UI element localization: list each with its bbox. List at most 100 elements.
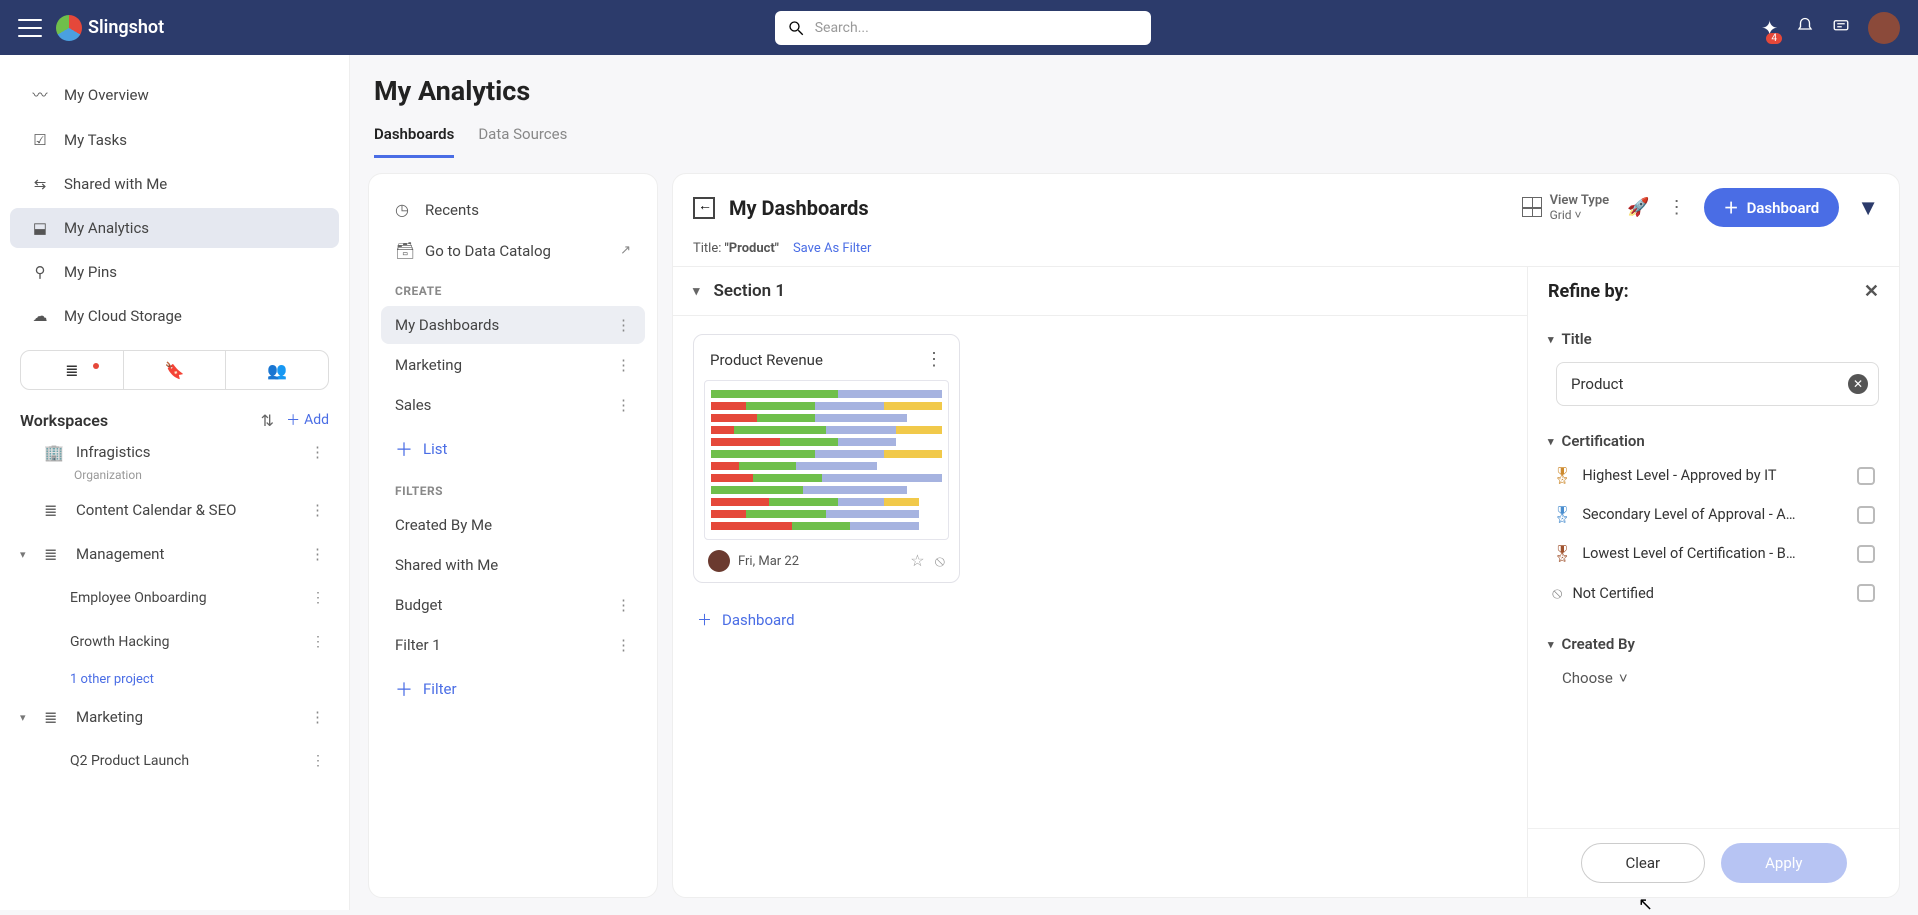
ws-marketing[interactable]: ▾≣Marketing⋮ xyxy=(0,695,349,739)
workspaces-header: Workspaces ⇅ ＋Add xyxy=(0,410,349,430)
checkbox[interactable] xyxy=(1857,584,1875,602)
ws-more-icon[interactable]: ⋮ xyxy=(307,586,329,610)
lp-my-dashboards[interactable]: My Dashboards⋮ xyxy=(381,306,645,344)
more-icon[interactable]: ⋮ xyxy=(616,316,631,334)
plus-icon: ＋ xyxy=(286,410,300,430)
ws-child-growth-hacking[interactable]: Growth Hacking ⋮ xyxy=(0,620,349,664)
lp-sales[interactable]: Sales⋮ xyxy=(381,386,645,424)
add-label: Add xyxy=(304,412,329,428)
ws-child-label: Growth Hacking xyxy=(70,634,169,650)
search-input[interactable] xyxy=(815,20,1139,36)
section-1-header[interactable]: ▾Section 1 xyxy=(673,267,1527,316)
nav-shared-with-me[interactable]: ⇆Shared with Me xyxy=(10,164,339,204)
search-icon xyxy=(787,19,805,37)
dashboard-card-product-revenue[interactable]: Product Revenue ⋮ xyxy=(693,334,960,583)
nav-my-pins[interactable]: ⚲My Pins xyxy=(10,252,339,292)
rg-title-header[interactable]: ▾Title xyxy=(1548,324,1879,354)
more-icon[interactable]: ⋮ xyxy=(616,596,631,614)
cert-off-icon[interactable]: ⦸ xyxy=(935,551,945,571)
sort-icon[interactable]: ⇅ xyxy=(261,411,274,430)
rg-cert-header[interactable]: ▾Certification xyxy=(1548,426,1879,456)
bell-icon[interactable] xyxy=(1796,16,1814,40)
lp-filter-budget[interactable]: Budget⋮ xyxy=(381,586,645,624)
cert-option-none[interactable]: ⦸Not Certified xyxy=(1548,573,1879,613)
add-workspace-button[interactable]: ＋Add xyxy=(286,410,329,430)
ws-content-calendar[interactable]: ≣Content Calendar & SEO⋮ xyxy=(0,488,349,532)
lp-add-list[interactable]: ＋List xyxy=(375,426,651,472)
nav-my-overview[interactable]: 〰My Overview xyxy=(10,73,339,116)
checkbox[interactable] xyxy=(1857,506,1875,524)
brand-logo[interactable]: Slingshot xyxy=(56,15,164,41)
ws-child-employee-onboarding[interactable]: Employee Onboarding⋮ xyxy=(0,576,349,620)
new-dashboard-button[interactable]: ＋Dashboard xyxy=(1704,188,1840,227)
view-type-toggle[interactable]: View Type Grid ˅ xyxy=(1522,193,1610,223)
toggle-bookmarks-icon[interactable]: 🔖 xyxy=(124,351,227,389)
lp-marketing[interactable]: Marketing⋮ xyxy=(381,346,645,384)
more-icon[interactable]: ⋮ xyxy=(616,356,631,374)
ws-more-icon[interactable]: ⋮ xyxy=(307,749,329,773)
add-dashboard-link[interactable]: ＋Dashboard xyxy=(673,601,1527,638)
card-more-icon[interactable]: ⋮ xyxy=(925,349,943,370)
chevron-down-icon[interactable]: ▾ xyxy=(20,548,34,561)
cert-option-lowest[interactable]: 🎖Lowest Level of Certification - B… xyxy=(1548,534,1879,573)
lp-filter-shared-with-me[interactable]: Shared with Me xyxy=(381,546,645,584)
hamburger-icon[interactable] xyxy=(18,19,42,37)
search-box[interactable] xyxy=(775,11,1151,45)
cert-option-secondary[interactable]: 🎖Secondary Level of Approval - A… xyxy=(1548,495,1879,534)
ws-more-icon[interactable]: ⋮ xyxy=(306,439,329,465)
filter-funnel-icon[interactable]: ▼ xyxy=(1857,195,1879,221)
viewtype-label: View Type xyxy=(1550,193,1610,209)
tab-data-sources[interactable]: Data Sources xyxy=(478,125,567,158)
apply-button[interactable]: Apply xyxy=(1721,843,1846,883)
nav-my-tasks[interactable]: ☑My Tasks xyxy=(10,120,339,160)
clear-button[interactable]: Clear xyxy=(1581,843,1706,883)
toggle-workspaces-icon[interactable]: ≣ xyxy=(21,351,124,389)
refine-group-title: ▾Title ✕ xyxy=(1534,316,1893,418)
more-icon[interactable]: ⋮ xyxy=(616,396,631,414)
ai-sparkle-icon[interactable]: ✦4 xyxy=(1761,16,1778,40)
app-root: Slingshot ✦4 〰My Overview ☑My Tasks ⇆Sha… xyxy=(0,0,1918,910)
back-icon[interactable] xyxy=(693,197,715,219)
content-panel: My Dashboards View Type Grid ˅ 🚀 ⋮ xyxy=(672,173,1900,898)
nav-my-analytics[interactable]: ⬓My Analytics xyxy=(10,208,339,248)
refine-footer: Clear Apply xyxy=(1528,828,1899,897)
ws-management[interactable]: ▾≣Management⋮ xyxy=(0,532,349,576)
tab-dashboards[interactable]: Dashboards xyxy=(374,125,454,158)
refine-title-input[interactable] xyxy=(1571,375,1848,393)
close-icon[interactable]: ✕ xyxy=(1864,281,1879,302)
clear-title-icon[interactable]: ✕ xyxy=(1848,374,1868,394)
created-by-choose[interactable]: Choose˅ xyxy=(1548,659,1879,697)
more-icon[interactable]: ⋮ xyxy=(1668,197,1686,218)
rg-created-header[interactable]: ▾Created By xyxy=(1548,629,1879,659)
brand-name: Slingshot xyxy=(88,17,164,38)
ws-more-icon[interactable]: ⋮ xyxy=(307,630,329,654)
ws-more-icon[interactable]: ⋮ xyxy=(306,541,329,567)
chat-icon[interactable] xyxy=(1832,16,1850,40)
lp-filter-created-by-me[interactable]: Created By Me xyxy=(381,506,645,544)
nav-my-cloud-storage[interactable]: ☁My Cloud Storage xyxy=(10,296,339,336)
cert-option-highest[interactable]: 🎖Highest Level - Approved by IT xyxy=(1548,456,1879,495)
toggle-people-icon[interactable]: 👥 xyxy=(226,351,328,389)
lp-recents[interactable]: ◷Recents xyxy=(381,190,645,229)
plus-icon: ＋ xyxy=(1724,197,1739,218)
add-dash-label: Dashboard xyxy=(722,611,795,629)
ws-other-projects-link[interactable]: 1 other project xyxy=(0,664,349,695)
ws-more-icon[interactable]: ⋮ xyxy=(306,704,329,730)
ws-child-q2-product-launch[interactable]: Q2 Product Launch⋮ xyxy=(0,739,349,783)
chevron-down-icon[interactable]: ▾ xyxy=(20,711,34,724)
user-avatar[interactable] xyxy=(1868,12,1900,44)
chevron-down-icon: ˅ xyxy=(1619,669,1628,687)
save-as-filter-link[interactable]: Save As Filter xyxy=(793,241,872,256)
lp-label: Created By Me xyxy=(395,516,492,534)
lp-data-catalog[interactable]: 🗃Go to Data Catalog↗ xyxy=(381,231,645,270)
more-icon[interactable]: ⋮ xyxy=(616,636,631,654)
lp-add-filter[interactable]: ＋Filter xyxy=(375,666,651,712)
lp-filter-1[interactable]: Filter 1⋮ xyxy=(381,626,645,664)
checkbox[interactable] xyxy=(1857,545,1875,563)
checkbox[interactable] xyxy=(1857,467,1875,485)
overview-icon: 〰 xyxy=(30,84,50,105)
star-icon[interactable]: ☆ xyxy=(910,551,924,571)
rg-label: Title xyxy=(1562,330,1592,348)
ws-more-icon[interactable]: ⋮ xyxy=(306,497,329,523)
rocket-icon[interactable]: 🚀 xyxy=(1627,197,1649,218)
